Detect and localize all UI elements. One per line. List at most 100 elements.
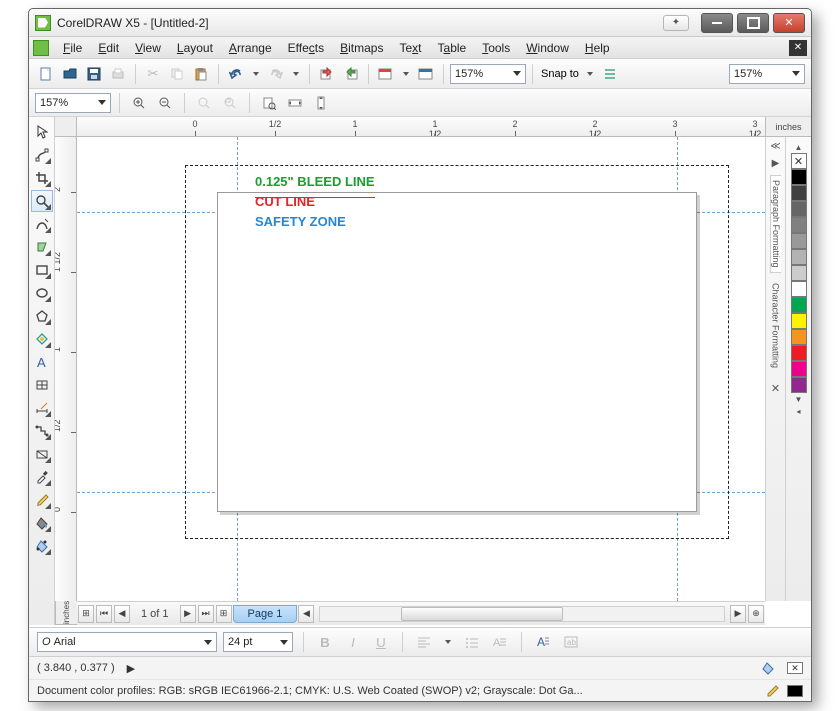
color-swatch[interactable] bbox=[791, 249, 807, 265]
font-family-combo[interactable]: O Arial bbox=[37, 632, 217, 652]
zoom-in-button[interactable] bbox=[128, 92, 150, 114]
fill-swatch[interactable]: ✕ bbox=[787, 662, 803, 674]
color-swatch[interactable] bbox=[791, 169, 807, 185]
menu-view[interactable]: View bbox=[127, 39, 169, 57]
menu-arrange[interactable]: Arrange bbox=[221, 39, 280, 57]
copy-button[interactable] bbox=[166, 63, 188, 85]
palette-flyout[interactable]: ◂ bbox=[791, 405, 807, 417]
minimize-button[interactable] bbox=[701, 13, 733, 33]
color-swatch[interactable] bbox=[791, 313, 807, 329]
add-page-after-button[interactable]: ⊞ bbox=[216, 605, 232, 623]
table-tool[interactable] bbox=[31, 374, 53, 396]
italic-button[interactable]: I bbox=[342, 631, 364, 653]
redo-dropdown[interactable] bbox=[289, 63, 303, 85]
zoom-page-button[interactable] bbox=[258, 92, 280, 114]
new-button[interactable] bbox=[35, 63, 57, 85]
app-launcher-button[interactable] bbox=[375, 63, 397, 85]
horizontal-ruler[interactable]: 0 1/2 1 1 1/2 2 2 1/2 3 3 1/2 bbox=[77, 117, 765, 137]
paste-button[interactable] bbox=[190, 63, 212, 85]
bullets-button[interactable] bbox=[461, 631, 483, 653]
interactive-fill-tool[interactable] bbox=[31, 535, 53, 557]
welcome-screen-button[interactable] bbox=[415, 63, 437, 85]
add-page-before-button[interactable]: ⊞ bbox=[78, 605, 94, 623]
menu-window[interactable]: Window bbox=[518, 39, 577, 57]
redo-button[interactable] bbox=[265, 63, 287, 85]
snap-to-dropdown[interactable] bbox=[583, 63, 597, 85]
page-tab[interactable]: Page 1 bbox=[233, 605, 298, 623]
font-size-combo[interactable]: 24 pt bbox=[223, 632, 293, 652]
next-page-button[interactable]: ▶ bbox=[180, 605, 196, 623]
zoom-out-button[interactable] bbox=[154, 92, 176, 114]
crop-tool[interactable] bbox=[31, 167, 53, 189]
undo-button[interactable] bbox=[225, 63, 247, 85]
underline-button[interactable]: U bbox=[370, 631, 392, 653]
hscroll-right[interactable]: ▶ bbox=[730, 605, 746, 623]
menu-help[interactable]: Help bbox=[577, 39, 618, 57]
help-hint-button[interactable]: ✦ bbox=[663, 15, 689, 31]
navigator-button[interactable]: ⊕ bbox=[748, 605, 764, 623]
edit-text-button[interactable]: ab| bbox=[560, 631, 582, 653]
palette-scroll-up[interactable]: ▲ bbox=[791, 141, 807, 153]
color-swatch[interactable] bbox=[791, 233, 807, 249]
vertical-ruler[interactable]: 2 1 1/2 1 1/2 0 bbox=[55, 137, 77, 601]
menu-tools[interactable]: Tools bbox=[474, 39, 518, 57]
polygon-tool[interactable] bbox=[31, 305, 53, 327]
zoom-page-width-button[interactable] bbox=[284, 92, 306, 114]
color-swatch[interactable] bbox=[791, 297, 807, 313]
character-formatting-button[interactable]: A bbox=[532, 631, 554, 653]
dimension-tool[interactable] bbox=[31, 397, 53, 419]
menu-table[interactable]: Table bbox=[430, 39, 475, 57]
connector-tool[interactable] bbox=[31, 420, 53, 442]
cut-button[interactable]: ✂ bbox=[142, 63, 164, 85]
fill-tool[interactable] bbox=[31, 512, 53, 534]
freehand-tool[interactable] bbox=[31, 213, 53, 235]
menu-effects[interactable]: Effects bbox=[280, 39, 332, 57]
alignment-button[interactable] bbox=[413, 631, 435, 653]
zoom-all-objects-button[interactable] bbox=[219, 92, 241, 114]
save-button[interactable] bbox=[83, 63, 105, 85]
horizontal-scrollbar[interactable] bbox=[319, 606, 725, 622]
ellipse-tool[interactable] bbox=[31, 282, 53, 304]
last-page-button[interactable]: ⏭ bbox=[198, 605, 214, 623]
zoom-page-height-button[interactable] bbox=[310, 92, 332, 114]
outline-swatch[interactable] bbox=[787, 685, 803, 697]
open-button[interactable] bbox=[59, 63, 81, 85]
mdi-close-button[interactable]: ✕ bbox=[789, 40, 807, 56]
undo-dropdown[interactable] bbox=[249, 63, 263, 85]
color-swatch[interactable] bbox=[791, 281, 807, 297]
bold-button[interactable]: B bbox=[314, 631, 336, 653]
color-swatch[interactable] bbox=[791, 201, 807, 217]
zoom-level-combo[interactable]: 157% bbox=[450, 64, 526, 84]
color-swatch[interactable] bbox=[791, 217, 807, 233]
swatch-no-color[interactable] bbox=[791, 153, 807, 169]
color-swatch[interactable] bbox=[791, 185, 807, 201]
drawing-viewport[interactable]: 0.125" BLEED LINE CUT LINE SAFETY ZONE bbox=[77, 137, 811, 601]
color-swatch[interactable] bbox=[791, 377, 807, 393]
zoom-tool[interactable] bbox=[31, 190, 53, 212]
mdi-app-icon[interactable] bbox=[33, 40, 49, 56]
menu-edit[interactable]: Edit bbox=[90, 39, 127, 57]
menu-text[interactable]: Text bbox=[391, 39, 429, 57]
docker-character-formatting[interactable]: Character Formatting bbox=[771, 279, 781, 372]
menu-file[interactable]: File bbox=[55, 39, 90, 57]
hscroll-left[interactable]: ◀ bbox=[298, 605, 314, 623]
menu-bitmaps[interactable]: Bitmaps bbox=[332, 39, 391, 57]
zoom-level-combo-2[interactable]: 157% bbox=[729, 64, 805, 84]
maximize-button[interactable] bbox=[737, 13, 769, 33]
color-swatch[interactable] bbox=[791, 265, 807, 281]
print-button[interactable] bbox=[107, 63, 129, 85]
basic-shapes-tool[interactable] bbox=[31, 328, 53, 350]
palette-scroll-down[interactable]: ▼ bbox=[791, 393, 807, 405]
color-swatch[interactable] bbox=[791, 345, 807, 361]
interactive-tool[interactable] bbox=[31, 443, 53, 465]
docker-paragraph-formatting[interactable]: Paragraph Formatting bbox=[770, 175, 781, 273]
color-swatch[interactable] bbox=[791, 329, 807, 345]
rectangle-tool[interactable] bbox=[31, 259, 53, 281]
export-button[interactable] bbox=[340, 63, 362, 85]
options-button[interactable] bbox=[599, 63, 621, 85]
zoom-levels-combo[interactable]: 157% bbox=[35, 93, 111, 113]
app-launcher-dropdown[interactable] bbox=[399, 63, 413, 85]
color-swatch[interactable] bbox=[791, 361, 807, 377]
eyedropper-tool[interactable] bbox=[31, 466, 53, 488]
outline-tool[interactable] bbox=[31, 489, 53, 511]
